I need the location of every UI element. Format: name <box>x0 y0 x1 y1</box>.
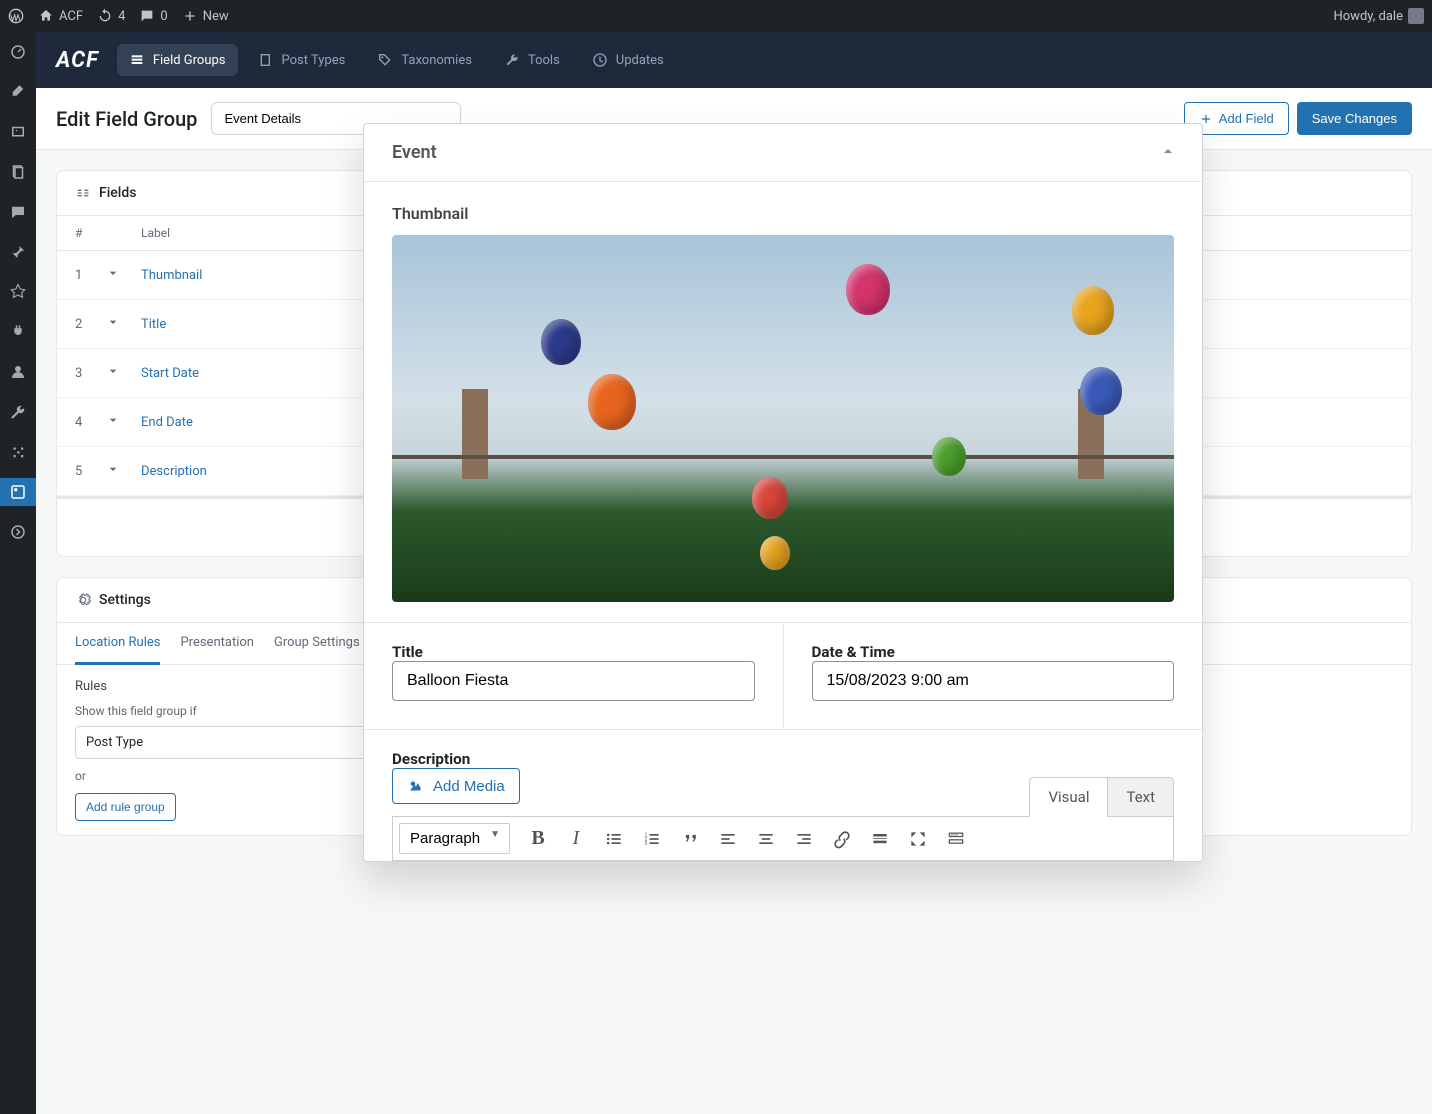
bullet-list-button[interactable] <box>596 821 632 857</box>
rail-settings-icon[interactable] <box>0 438 36 466</box>
thumbnail-image[interactable] <box>392 235 1174 602</box>
chevron-down-icon[interactable] <box>105 363 141 383</box>
wp-logo-icon[interactable] <box>8 8 24 24</box>
svg-text:3: 3 <box>645 840 648 846</box>
rail-pages-icon[interactable] <box>0 158 36 186</box>
align-center-button[interactable] <box>748 821 784 857</box>
balloon-icon <box>752 477 788 518</box>
align-left-button[interactable] <box>710 821 746 857</box>
bridge-deck <box>392 455 1174 459</box>
chevron-down-icon[interactable] <box>105 314 141 334</box>
rail-comments-icon[interactable] <box>0 198 36 226</box>
acf-header: ACF Field Groups Post Types Taxonomies T… <box>36 32 1432 88</box>
rail-dashboard-icon[interactable] <box>0 38 36 66</box>
field-number: 4 <box>75 415 105 430</box>
tab-location-rules[interactable]: Location Rules <box>75 623 160 665</box>
text-tab[interactable]: Text <box>1107 777 1174 817</box>
acf-logo: ACF <box>56 48 99 73</box>
chevron-down-icon[interactable] <box>105 265 141 285</box>
insert-more-button[interactable] <box>862 821 898 857</box>
rail-posts-icon[interactable] <box>0 78 36 106</box>
comments[interactable]: 0 <box>139 8 167 24</box>
italic-button[interactable]: I <box>558 821 594 857</box>
new-content[interactable]: New <box>182 8 229 24</box>
field-label[interactable]: Start Date <box>141 366 199 381</box>
field-number: 5 <box>75 464 105 479</box>
balloon-icon <box>1080 367 1122 415</box>
page-title: Edit Field Group <box>56 107 197 131</box>
quote-button[interactable] <box>672 821 708 857</box>
balloon-icon <box>932 437 966 476</box>
balloon-icon <box>1072 286 1114 334</box>
datetime-field: Date & Time <box>784 623 1203 729</box>
tab-group-settings[interactable]: Group Settings <box>274 623 360 664</box>
field-number: 1 <box>75 268 105 283</box>
acf-tabs: Field Groups Post Types Taxonomies Tools… <box>117 44 676 76</box>
title-field-label: Title <box>392 643 755 661</box>
tab-presentation[interactable]: Presentation <box>180 623 254 664</box>
wp-adminbar: ACF 4 0 New Howdy, dale <box>0 0 1432 32</box>
align-right-button[interactable] <box>786 821 822 857</box>
editor-toolbar: Paragraph B I 123 <box>392 816 1174 861</box>
event-metabox-header: Event <box>364 124 1202 182</box>
field-number: 2 <box>75 317 105 332</box>
visual-tab[interactable]: Visual <box>1029 777 1107 817</box>
title-input[interactable] <box>392 661 755 701</box>
add-media-button[interactable]: Add Media <box>392 768 520 804</box>
rail-appearance-icon[interactable] <box>0 278 36 306</box>
field-number: 3 <box>75 366 105 381</box>
link-button[interactable] <box>824 821 860 857</box>
field-label[interactable]: Description <box>141 464 207 479</box>
tab-post-types[interactable]: Post Types <box>246 44 358 76</box>
rail-collapse-icon[interactable] <box>0 518 36 546</box>
balloon-icon <box>541 319 581 365</box>
datetime-field-label: Date & Time <box>812 643 1175 661</box>
title-field: Title <box>364 623 784 729</box>
rail-pin-icon[interactable] <box>0 238 36 266</box>
bridge-tower <box>462 389 488 479</box>
datetime-input[interactable] <box>812 661 1175 701</box>
howdy-user[interactable]: Howdy, dale <box>1333 8 1424 24</box>
bold-button[interactable]: B <box>520 821 556 857</box>
save-button[interactable]: Save Changes <box>1297 102 1412 135</box>
event-title: Event <box>392 142 437 163</box>
format-select[interactable]: Paragraph <box>399 823 510 854</box>
tab-taxonomies[interactable]: Taxonomies <box>365 44 484 76</box>
wp-admin-rail <box>0 32 36 1114</box>
rail-media-icon[interactable] <box>0 118 36 146</box>
chevron-down-icon[interactable] <box>105 412 141 432</box>
post-type-select[interactable]: Post Type <box>75 726 375 759</box>
description-field: Description Add Media Visual Text Paragr… <box>364 729 1202 861</box>
fullscreen-button[interactable] <box>900 821 936 857</box>
balloon-icon <box>588 374 636 429</box>
thumbnail-label: Thumbnail <box>392 204 1174 223</box>
gear-icon <box>75 592 91 608</box>
avatar <box>1408 8 1424 24</box>
tab-tools[interactable]: Tools <box>492 44 572 76</box>
number-list-button[interactable]: 123 <box>634 821 670 857</box>
collapse-toggle-icon[interactable] <box>1162 145 1174 161</box>
rail-users-icon[interactable] <box>0 358 36 386</box>
toolbar-toggle-button[interactable] <box>938 821 974 857</box>
field-label[interactable]: Thumbnail <box>141 268 202 283</box>
field-label[interactable]: Title <box>141 317 166 332</box>
balloon-icon <box>760 536 790 571</box>
tab-field-groups[interactable]: Field Groups <box>117 44 238 76</box>
event-metabox: Event Thumbnail Title Date & Time Descri <box>363 123 1203 862</box>
balloon-icon <box>846 264 890 315</box>
add-rule-group-button[interactable]: Add rule group <box>75 793 176 821</box>
rail-plugins-icon[interactable] <box>0 318 36 346</box>
rail-tools-icon[interactable] <box>0 398 36 426</box>
description-label: Description <box>392 750 1174 768</box>
tab-updates[interactable]: Updates <box>580 44 676 76</box>
fields-icon <box>75 185 91 201</box>
site-home[interactable]: ACF <box>38 8 83 24</box>
updates[interactable]: 4 <box>97 8 125 24</box>
thumbnail-field: Thumbnail <box>364 194 1202 622</box>
rail-acf-icon[interactable] <box>0 478 36 506</box>
chevron-down-icon[interactable] <box>105 461 141 481</box>
field-label[interactable]: End Date <box>141 415 193 430</box>
